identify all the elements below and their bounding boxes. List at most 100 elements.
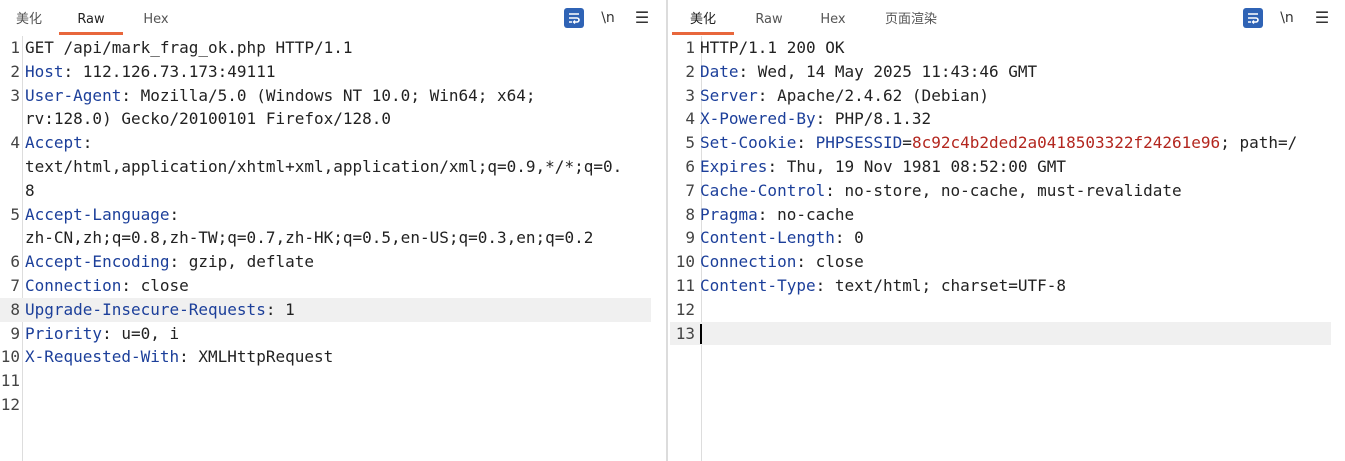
line-number: 4: [10, 133, 20, 153]
header-value: Mozilla/5.0 (Windows NT 10.0; Win64; x64…: [140, 85, 536, 105]
line-number: 8: [10, 299, 20, 319]
header-value: Wed, 14 May 2025 11:43:46 GMT: [757, 61, 1038, 81]
header-name: Connection: [700, 252, 797, 272]
response-tab-bar: 美化 Raw Hex 页面渲染 \n ☰: [670, 0, 1345, 35]
code-line: 11: [0, 369, 651, 393]
header-name: Content-Length: [700, 228, 835, 248]
code-line: rv:128.0) Gecko/20100101 Firefox/128.0: [0, 107, 651, 131]
line-content: HTTP/1.1 200 OK: [695, 36, 1331, 60]
line-number: 3: [10, 85, 20, 105]
header-name: Host: [25, 61, 64, 81]
header-separator: :: [825, 180, 845, 200]
line-number: 1: [685, 38, 695, 57]
tab-label: 页面渲染: [884, 12, 937, 27]
header-value: text/html,application/xhtml+xml,applicat…: [25, 156, 623, 176]
response-lines: 1 HTTP/1.1 200 OK 2 Date: Wed, 14 May 2025 …: [670, 36, 1331, 346]
header-name: Connection: [25, 275, 122, 295]
header-separator: :: [121, 275, 141, 295]
code-line: 10 Connection: close: [670, 250, 1331, 274]
code-line: zh-CN,zh;q=0.8,zh-TW;q=0.7,zh-HK;q=0.5,e…: [0, 226, 651, 250]
code-line: 5 Set-Cookie: PHPSESSID=8c92c4b2ded2a0418…: [670, 131, 1331, 155]
header-name: Set-Cookie: [700, 133, 797, 153]
header-separator: :: [757, 204, 778, 224]
header-name: Accept: [25, 133, 83, 153]
line-number: 7: [10, 275, 20, 295]
line-number: 7: [685, 180, 695, 200]
line-number: 11: [675, 275, 695, 295]
request-tab-hex[interactable]: Hex: [135, 10, 177, 32]
tab-label: Hex: [820, 12, 846, 27]
line-content: X-Powered-By: PHP/8.1.32: [695, 107, 1331, 131]
header-value: close: [140, 275, 189, 295]
code-line: 1 HTTP/1.1 200 OK: [670, 36, 1331, 60]
request-lines: 1 GET /api/mark_frag_ok.php HTTP/1.1 2 Host…: [0, 36, 651, 417]
line-number: 10: [0, 347, 20, 367]
hamburger-menu-icon[interactable]: ☰: [1313, 8, 1331, 28]
response-tab-raw[interactable]: Raw: [750, 10, 788, 32]
request-tab-pretty[interactable]: 美化: [12, 10, 46, 32]
header-separator: :: [265, 299, 286, 319]
line-content: Accept-Language:: [20, 203, 651, 227]
header-value: close: [815, 252, 864, 272]
line-content: Pragma: no-cache: [695, 203, 1331, 227]
line-number: 2: [10, 61, 20, 81]
header-separator: :: [757, 85, 778, 105]
line-number: 6: [685, 156, 695, 176]
newline-toggle-icon[interactable]: \n: [597, 8, 619, 28]
code-line: 8 Pragma: no-cache: [670, 203, 1331, 227]
line-content: [695, 322, 1331, 346]
tab-label: 美化: [15, 12, 42, 27]
request-editor[interactable]: 1 GET /api/mark_frag_ok.php HTTP/1.1 2 Host…: [0, 36, 665, 461]
word-wrap-icon[interactable]: [564, 8, 584, 28]
code-line: text/html,application/xhtml+xml,applicat…: [0, 155, 651, 179]
newline-toggle-icon[interactable]: \n: [1276, 8, 1298, 28]
response-editor[interactable]: 1 HTTP/1.1 200 OK 2 Date: Wed, 14 May 2025 …: [670, 36, 1345, 461]
line-number: 12: [0, 394, 20, 414]
response-tab-pretty[interactable]: 美化: [672, 10, 734, 35]
line-number: 9: [10, 323, 20, 343]
code-line: 2 Date: Wed, 14 May 2025 11:43:46 GMT: [670, 60, 1331, 84]
code-line: 12: [0, 393, 651, 417]
header-value: text/html; charset=UTF-8: [834, 275, 1067, 295]
line-content: Priority: u=0, i: [20, 322, 651, 346]
code-line: 10 X-Requested-With: XMLHttpRequest: [0, 345, 651, 369]
code-line: 6 Accept-Encoding: gzip, deflate: [0, 250, 651, 274]
header-separator: :: [121, 85, 141, 105]
header-separator: :: [169, 252, 189, 272]
pane-divider[interactable]: [666, 0, 668, 461]
code-line: 12: [670, 298, 1331, 322]
word-wrap-icon[interactable]: [1243, 8, 1263, 28]
code-line: 13: [670, 321, 1331, 346]
line-number: 3: [685, 85, 695, 105]
header-name: Priority: [25, 323, 103, 343]
response-tab-render[interactable]: 页面渲染: [880, 10, 942, 32]
line-content: Content-Length: 0: [695, 226, 1331, 250]
cookie-value: 8c92c4b2ded2a0418503322f24261e96: [911, 133, 1221, 153]
tab-label: Raw: [755, 12, 783, 27]
line-content: rv:128.0) Gecko/20100101 Firefox/128.0: [20, 107, 651, 131]
header-value: no-store, no-cache, must-revalidate: [844, 180, 1182, 200]
word-wrap-glyph: [569, 13, 580, 24]
line-number: 8: [685, 204, 695, 224]
response-tab-hex[interactable]: Hex: [812, 10, 854, 32]
hamburger-menu-icon[interactable]: ☰: [633, 8, 651, 28]
code-line: 3 Server: Apache/2.4.62 (Debian): [670, 84, 1331, 108]
code-line: 9 Content-Length: 0: [670, 226, 1331, 250]
line-content: Set-Cookie: PHPSESSID=8c92c4b2ded2a04185…: [695, 131, 1331, 155]
code-line: 5 Accept-Language:: [0, 203, 651, 227]
header-name: Accept-Language: [25, 204, 170, 224]
line-number: 13: [675, 323, 695, 343]
line-number: 9: [685, 228, 695, 248]
header-name: Content-Type: [700, 275, 816, 295]
header-separator: :: [169, 204, 180, 224]
line-content: Content-Type: text/html; charset=UTF-8: [695, 274, 1331, 298]
header-separator: :: [82, 133, 93, 153]
line-content: User-Agent: Mozilla/5.0 (Windows NT 10.0…: [20, 84, 651, 108]
line-number: 5: [685, 133, 695, 153]
request-tab-raw[interactable]: Raw: [59, 10, 123, 35]
line-content: X-Requested-With: XMLHttpRequest: [20, 345, 651, 369]
line-content: text/html,application/xhtml+xml,applicat…: [20, 155, 651, 179]
newline-toggle-label: \n: [1280, 10, 1294, 26]
header-separator: :: [63, 61, 83, 81]
header-value: PHP/8.1.32: [834, 109, 932, 129]
